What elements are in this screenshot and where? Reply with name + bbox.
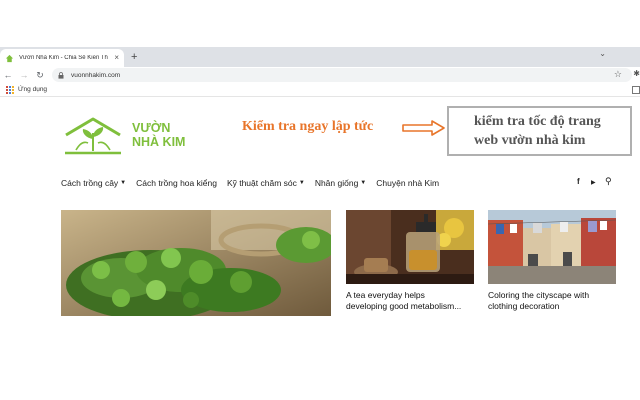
site-favicon-icon: [5, 54, 14, 62]
browser-toolbar: ← → ↻ vuonnhakim.com ☆ ✱: [0, 67, 640, 83]
menu-item-cach-trong-cay[interactable]: Cách trồng cây ▼: [61, 178, 126, 188]
apps-grid-icon[interactable]: [6, 85, 14, 94]
promo-box: kiểm tra tốc độ trang web vườn nhà kim: [447, 106, 632, 156]
teapot-image: [346, 210, 474, 284]
main-menu: Cách trồng cây ▼ Cách trồng hoa kiểng Kỹ …: [61, 178, 449, 188]
watercress-plants-photo[interactable]: [61, 210, 331, 316]
promo-box-line-1: kiểm tra tốc độ trang: [474, 114, 601, 129]
reading-list-icon[interactable]: [632, 86, 640, 94]
site-logo[interactable]: VƯỜN NHÀ KIM: [62, 117, 192, 159]
address-bar[interactable]: vuonnhakim.com ☆: [52, 68, 632, 82]
street-image: [488, 210, 616, 284]
caret-down-icon: ▼: [298, 180, 305, 186]
house-leaf-icon: [65, 117, 121, 155]
tab-close-icon[interactable]: ×: [114, 53, 119, 63]
browser-tab[interactable]: Vườn Nhà Kim - Chia Sẻ Kiến Th ×: [0, 49, 124, 67]
caret-down-icon: ▼: [120, 180, 127, 186]
apps-bookmark-label[interactable]: Ứng dụng: [18, 86, 47, 93]
bookmark-star-icon[interactable]: ☆: [614, 69, 622, 80]
bookmarks-bar: Ứng dụng: [0, 83, 640, 97]
url-text: vuonnhakim.com: [71, 71, 121, 79]
arrow-right-icon: [402, 120, 445, 136]
new-tab-button[interactable]: +: [131, 50, 137, 64]
forward-icon[interactable]: →: [16, 68, 32, 82]
logo-line-2: NHÀ KIM: [132, 135, 186, 149]
card-title-clothing[interactable]: Coloring the cityscape with clothing dec…: [488, 290, 589, 312]
youtube-icon[interactable]: ▶: [591, 179, 596, 186]
teapot-photo[interactable]: [346, 210, 474, 284]
tab-title: Vườn Nhà Kim - Chia Sẻ Kiến Th: [19, 55, 108, 61]
caret-down-icon: ▼: [360, 180, 367, 186]
menu-item-chuyen-nha-kim[interactable]: Chuyện nhà Kim: [376, 178, 439, 188]
facebook-icon[interactable]: f: [577, 177, 580, 186]
extension-icon[interactable]: ✱: [633, 69, 640, 78]
browser-tab-bar: Vườn Nhà Kim - Chia Sẻ Kiến Th × + ⌄: [0, 47, 640, 67]
back-icon[interactable]: ←: [0, 68, 16, 82]
promo-text: Kiểm tra ngay lập tức: [242, 119, 374, 134]
street-clothesline-photo[interactable]: [488, 210, 616, 284]
search-icon[interactable]: ⚲: [605, 176, 612, 187]
menu-item-cach-trong-hoa-kieng[interactable]: Cách trồng hoa kiểng: [136, 178, 217, 188]
lock-icon: [58, 71, 64, 79]
card-title-tea[interactable]: A tea everyday helps developing good met…: [346, 290, 461, 312]
logo-line-1: VƯỜN: [132, 121, 171, 135]
promo-box-line-2: web vườn nhà kim: [474, 133, 586, 148]
tab-search-icon[interactable]: ⌄: [599, 49, 606, 58]
menu-item-nhan-giong[interactable]: Nhân giống ▼: [315, 178, 366, 188]
reload-icon[interactable]: ↻: [32, 68, 48, 82]
menu-item-ky-thuat-cham-soc[interactable]: Kỹ thuật chăm sóc ▼: [227, 178, 305, 188]
watercress-image: [61, 210, 331, 316]
